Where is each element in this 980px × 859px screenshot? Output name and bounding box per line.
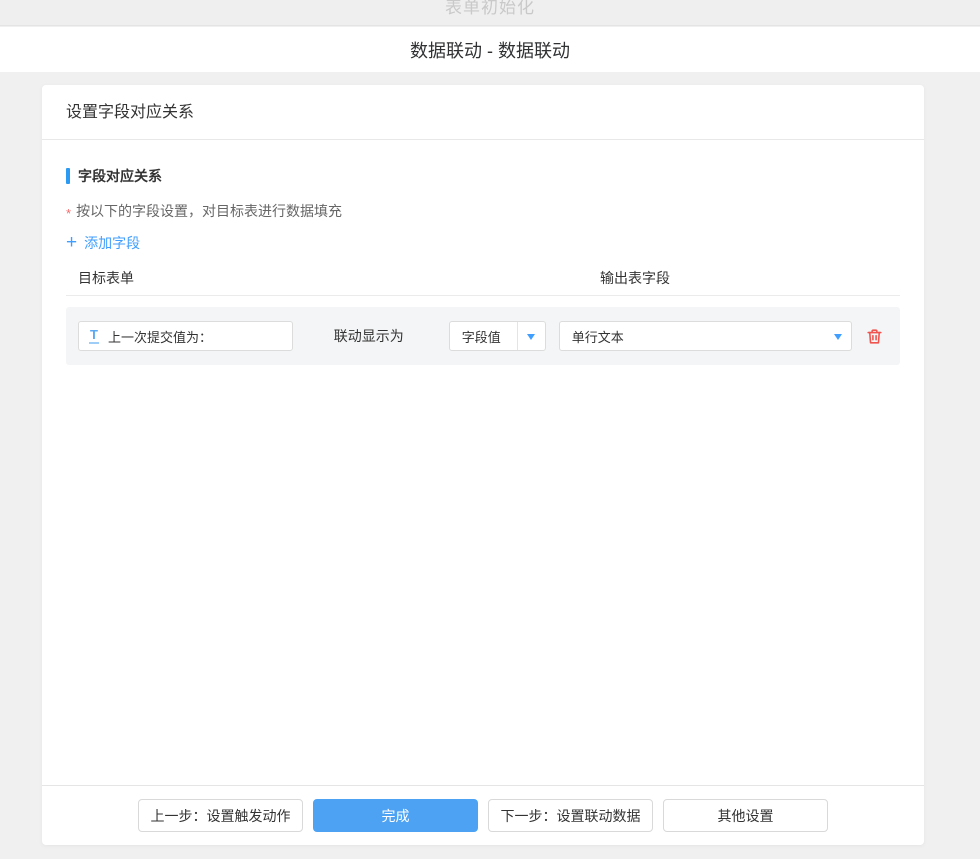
- footer: 上一步：设置触发动作 完成 下一步：设置联动数据 其他设置: [42, 785, 924, 845]
- section-accent-bar: [66, 168, 70, 184]
- linkage-display-label: 联动显示为: [334, 326, 404, 346]
- card-body: 字段对应关系 * 按以下的字段设置，对目标表进行数据填充 + 添加字段 目标表单…: [42, 140, 924, 365]
- section-title: 字段对应关系: [78, 166, 162, 186]
- value-type-select[interactable]: 字段值: [449, 321, 546, 351]
- dialog-header: 数据联动 - 数据联动: [0, 27, 980, 72]
- next-step-button[interactable]: 下一步：设置联动数据: [488, 799, 653, 832]
- single-line-text-icon: T: [89, 328, 99, 344]
- trash-icon[interactable]: [860, 327, 888, 346]
- field-mapping-row: T 上一次提交值为： 联动显示为 字段值 单行文本: [66, 307, 900, 365]
- table-header-row: 目标表单 输出表字段: [66, 268, 900, 296]
- chevron-down-icon: [518, 328, 545, 344]
- finish-button[interactable]: 完成: [313, 799, 478, 832]
- output-field-select[interactable]: 单行文本: [559, 321, 853, 351]
- card-header: 设置字段对应关系: [42, 85, 924, 140]
- column-header-output-field: 输出表字段: [600, 268, 670, 288]
- dialog-title: 数据联动 - 数据联动: [410, 37, 570, 63]
- chevron-down-icon: [824, 328, 851, 344]
- card-title: 设置字段对应关系: [66, 104, 194, 121]
- target-field-value: 上一次提交值为：: [108, 327, 212, 346]
- output-field-selected: 单行文本: [560, 327, 825, 346]
- target-field-input[interactable]: T 上一次提交值为：: [78, 321, 293, 351]
- value-type-selected: 字段值: [450, 327, 517, 346]
- section-title-row: 字段对应关系: [66, 166, 900, 186]
- add-field-label: 添加字段: [84, 233, 140, 253]
- background-page-title: 表单初始化: [445, 0, 535, 20]
- required-asterisk: *: [66, 206, 71, 221]
- prev-step-button[interactable]: 上一步：设置触发动作: [138, 799, 303, 832]
- section-description-row: * 按以下的字段设置，对目标表进行数据填充: [66, 201, 900, 221]
- section-description: 按以下的字段设置，对目标表进行数据填充: [76, 201, 342, 221]
- plus-icon: +: [66, 236, 77, 250]
- add-field-link[interactable]: + 添加字段: [66, 233, 140, 253]
- background-page-title-strip: 表单初始化: [0, 0, 980, 26]
- column-header-target-form: 目标表单: [78, 268, 134, 288]
- screen: 表单初始化 数据联动 - 数据联动 设置字段对应关系 字段对应关系 * 按以下的…: [0, 0, 980, 859]
- other-settings-button[interactable]: 其他设置: [663, 799, 828, 832]
- settings-card: 设置字段对应关系 字段对应关系 * 按以下的字段设置，对目标表进行数据填充 + …: [42, 85, 924, 845]
